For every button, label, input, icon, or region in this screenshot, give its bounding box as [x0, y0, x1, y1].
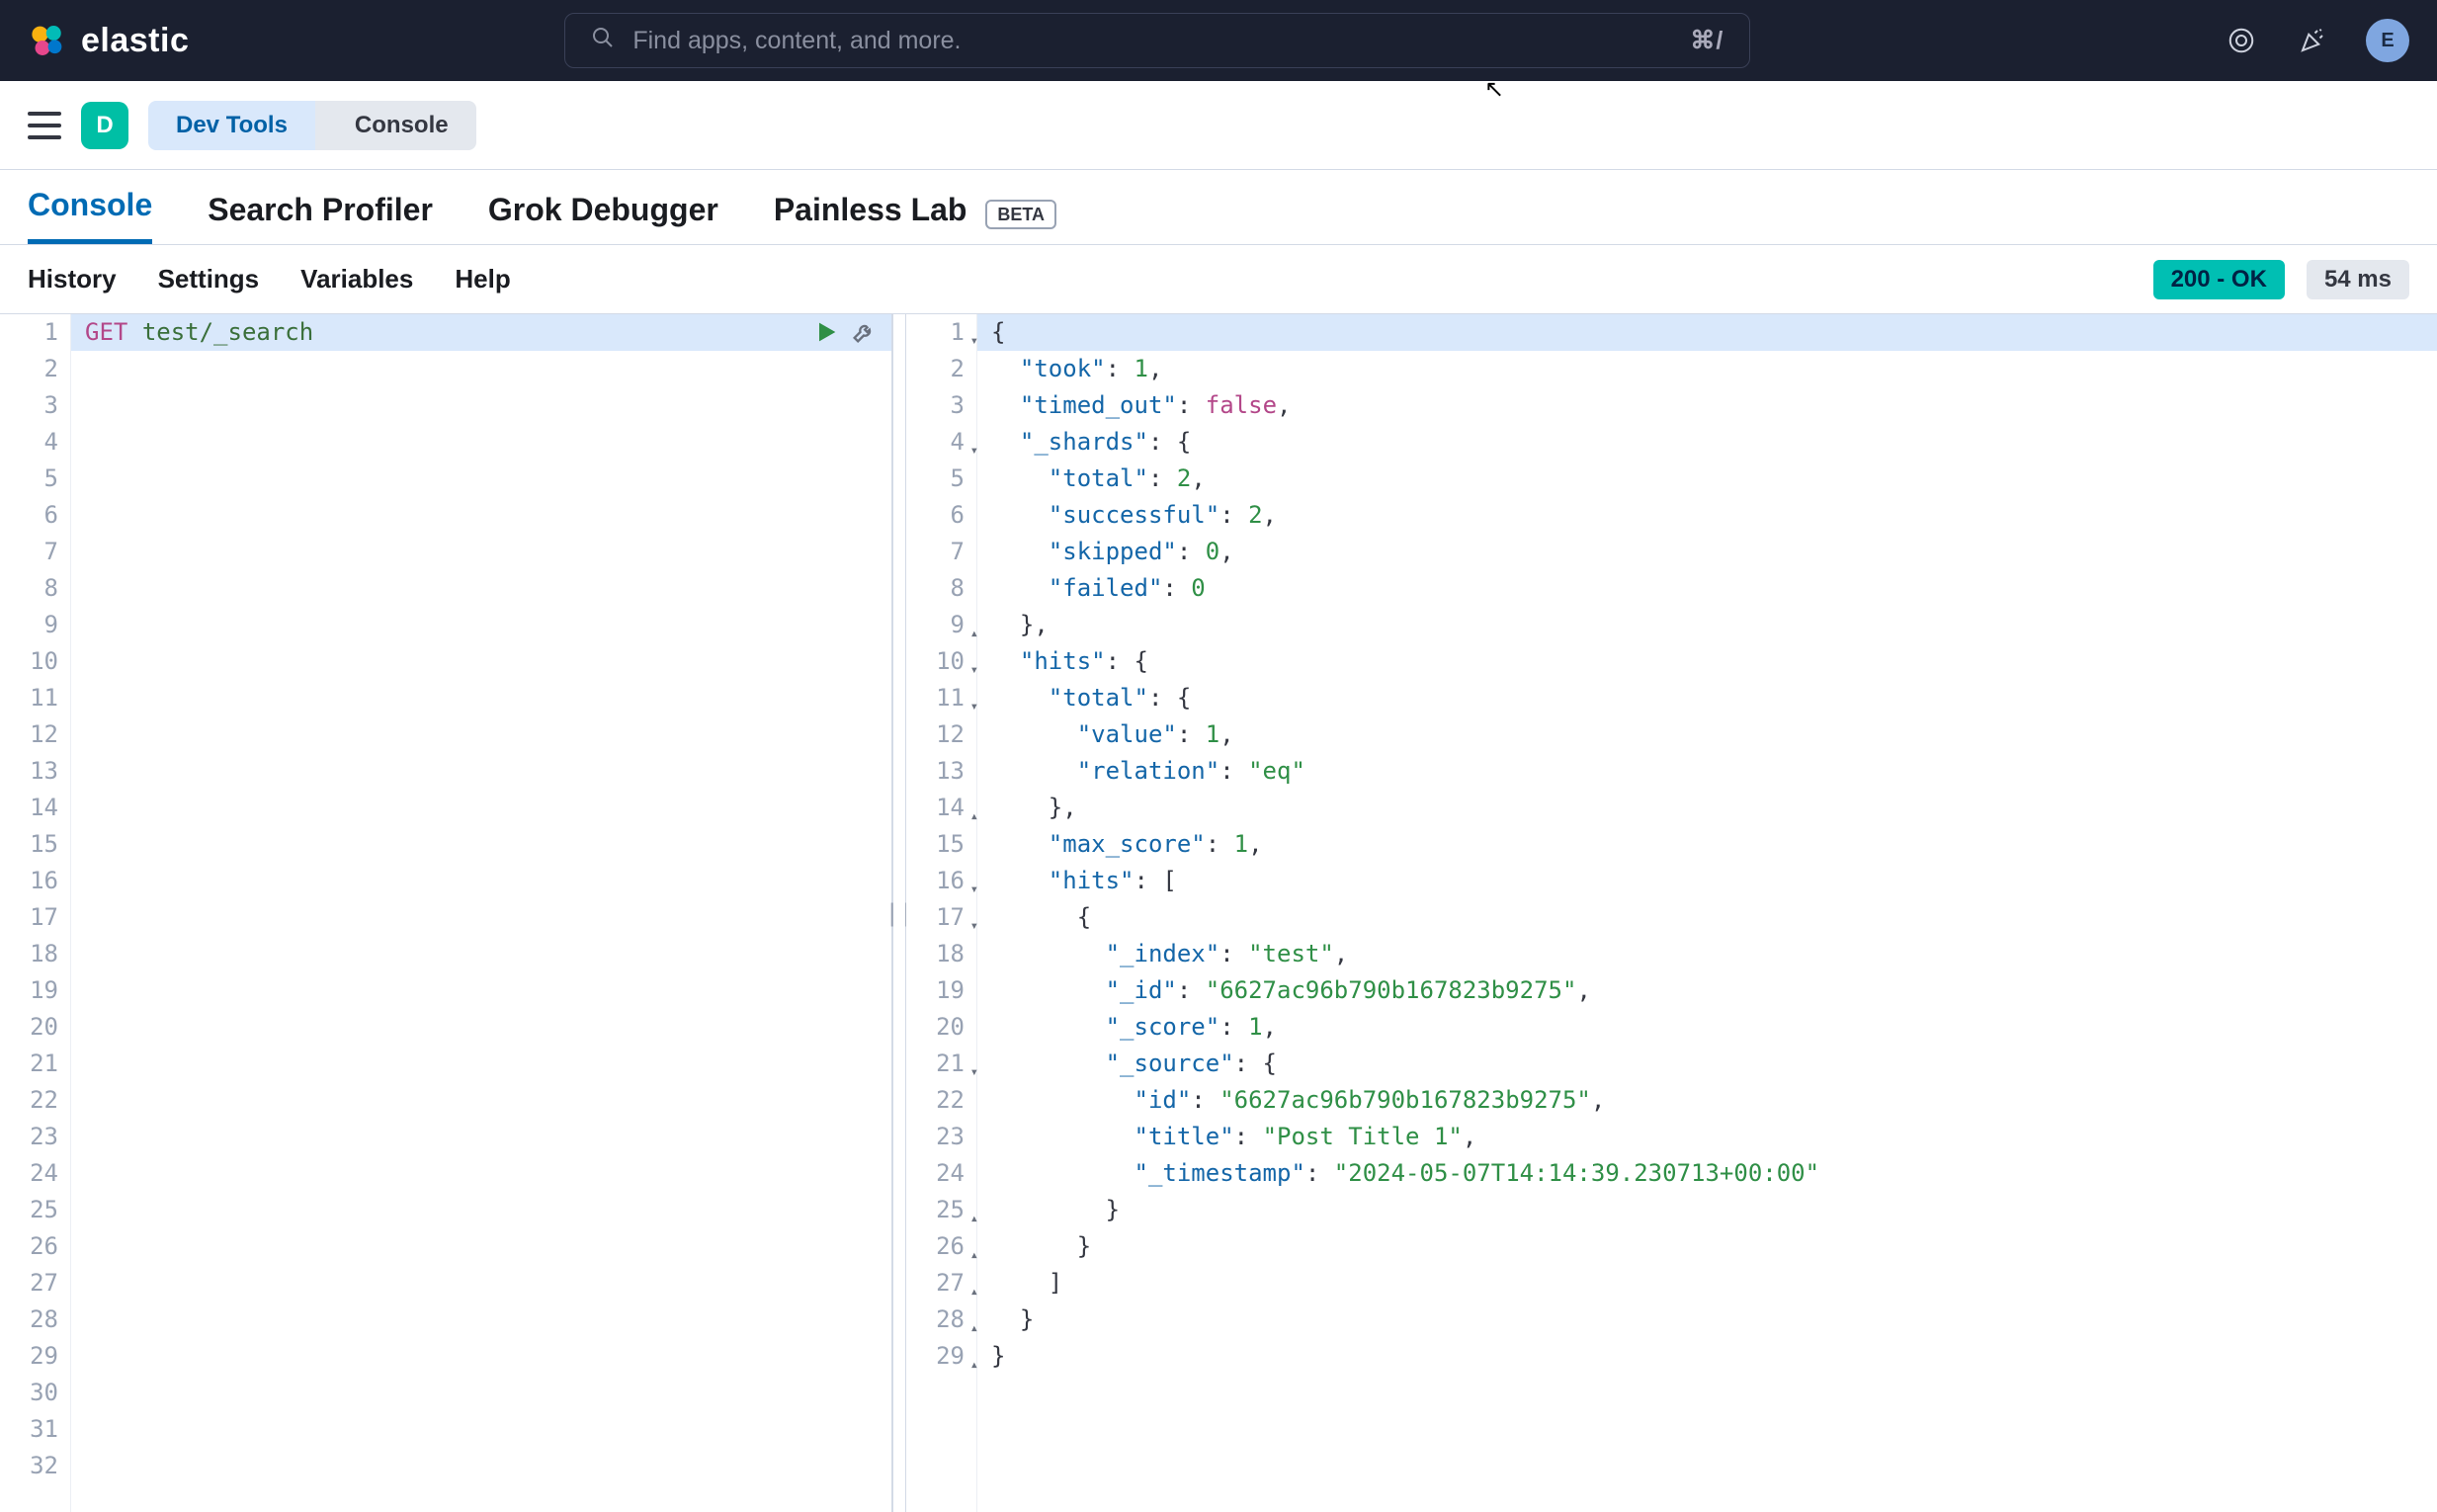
tab-painless-label: Painless Lab	[774, 192, 967, 227]
timing-badge: 54 ms	[2307, 260, 2409, 299]
crumb-console[interactable]: Console	[315, 101, 476, 150]
response-viewer[interactable]: { "took": 1, "timed_out": false, "_shard…	[977, 314, 2437, 1512]
wrench-icon[interactable]	[850, 318, 878, 357]
response-pane: 1▾234▾56789▴10▾11▾121314▴1516▾17▾1819202…	[906, 314, 2437, 1512]
nav-toggle-icon[interactable]	[28, 112, 61, 139]
console-toolbar: History Settings Variables Help 200 - OK…	[0, 245, 2437, 314]
editor-panes: 1234567891011121314151617181920212223242…	[0, 314, 2437, 1512]
settings-link[interactable]: Settings	[158, 264, 260, 294]
request-gutter: 1234567891011121314151617181920212223242…	[0, 314, 71, 1512]
app-chip[interactable]: D	[81, 102, 128, 149]
breadcrumb-bar: D Dev Tools Console	[0, 81, 2437, 170]
elastic-logo-icon	[28, 21, 67, 60]
brand-word: elastic	[81, 22, 189, 60]
search-icon	[591, 26, 615, 56]
status-badge: 200 - OK	[2153, 260, 2285, 299]
crumb-devtools[interactable]: Dev Tools	[148, 101, 315, 150]
request-pane: 1234567891011121314151617181920212223242…	[0, 314, 892, 1512]
tab-console[interactable]: Console	[28, 171, 152, 244]
global-search[interactable]: Find apps, content, and more. ⌘/	[564, 13, 1750, 68]
tab-bar: Console Search Profiler Grok Debugger Pa…	[0, 170, 2437, 245]
brand[interactable]: elastic	[28, 21, 189, 60]
request-actions	[812, 318, 878, 357]
breadcrumb: Dev Tools Console	[148, 101, 476, 150]
request-editor[interactable]: GET test/_search	[71, 314, 891, 1512]
tab-search-profiler[interactable]: Search Profiler	[208, 176, 433, 244]
tab-painless-lab[interactable]: Painless Lab BETA	[774, 176, 1056, 244]
variables-link[interactable]: Variables	[300, 264, 413, 294]
history-link[interactable]: History	[28, 264, 117, 294]
tab-grok-debugger[interactable]: Grok Debugger	[488, 176, 718, 244]
run-icon[interactable]	[812, 318, 840, 357]
response-gutter: 1▾234▾56789▴10▾11▾121314▴1516▾17▾1819202…	[906, 314, 977, 1512]
search-shortcut: ⌘/	[1690, 26, 1723, 55]
search-placeholder: Find apps, content, and more.	[632, 27, 961, 55]
top-bar: elastic Find apps, content, and more. ⌘/…	[0, 0, 2437, 81]
beta-badge: BETA	[985, 200, 1056, 229]
pane-splitter[interactable]: ||	[892, 314, 906, 1512]
help-link[interactable]: Help	[455, 264, 510, 294]
user-avatar[interactable]: E	[2366, 19, 2409, 62]
newsfeed-icon[interactable]	[2224, 23, 2259, 58]
celebrate-icon[interactable]	[2295, 23, 2330, 58]
